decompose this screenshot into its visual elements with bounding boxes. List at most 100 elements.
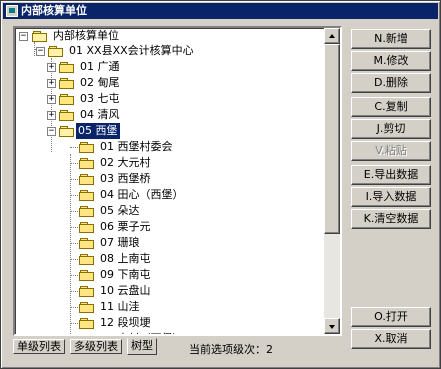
tree-node-l3[interactable]: 06 栗子元 [15,219,315,235]
folder-icon [79,238,95,249]
expand-icon[interactable]: + [47,111,56,120]
tree-node-label: 04 田心（西堡） [100,188,184,201]
tree-node-label: 01 XX县XX会计核算中心 [69,44,194,57]
folder-icon [59,62,75,73]
tree-node-label: 06 栗子元 [100,220,151,233]
tree-node-label: 02 甸尾 [80,76,120,89]
folder-icon [59,110,75,121]
scroll-down-button[interactable] [324,318,340,334]
expand-icon[interactable]: + [47,95,56,104]
tree-node-l3[interactable]: 09 下南屯 [15,267,315,283]
tree-node-label: 13 中村（西堡） [98,331,186,334]
tab-tree[interactable]: 树型 [127,338,157,355]
scroll-thumb[interactable] [324,44,340,234]
tree-line [70,275,78,276]
tree-node-l2[interactable]: + 03 七屯 [15,91,315,107]
tree-node-label: 09 下南屯 [100,268,151,281]
tree-node-l3[interactable]: 08 上南屯 [15,251,315,267]
tree-line [70,179,78,180]
tree-node-label: 03 七屯 [80,92,120,105]
tree-line [70,323,78,324]
tree-node-root[interactable]: − 内部核算单位 [15,28,315,44]
tree-line [70,147,78,148]
tree-line [70,243,78,244]
copy-button[interactable]: C.复制 [351,97,431,117]
tree-node-l3[interactable]: 11 山洼 [15,299,315,315]
delete-button[interactable]: D.删除 [351,73,431,93]
tree-node-label: 01 广通 [80,60,120,73]
tree-node-l2-selected[interactable]: − 05 西堡 [15,123,315,139]
tree-node-label: 07 珊琅 [100,236,140,249]
tree-node-l3[interactable]: 05 朵达 [15,203,315,219]
open-button[interactable]: O.打开 [351,307,431,327]
collapse-icon[interactable]: − [36,47,45,56]
tree-line [70,291,78,292]
scroll-up-button[interactable] [324,28,340,44]
tree-node-label: 04 清风 [80,108,120,121]
tree-node-label: 08 上南屯 [100,252,151,265]
folder-icon [79,318,95,329]
title-bar[interactable]: 内部核算单位 [3,3,438,19]
tree-node-label: 05 朵达 [100,204,140,217]
tree-node-l3[interactable]: 04 田心（西堡） [15,187,315,203]
tree-node-label: 03 西堡桥 [100,172,151,185]
collapse-icon[interactable]: − [19,32,28,41]
folder-icon [79,302,95,313]
tree-node-l3[interactable]: 02 大元村 [15,155,315,171]
new-button[interactable]: N.新增 [351,29,431,49]
vertical-scrollbar[interactable] [324,28,340,334]
folder-icon [79,206,95,217]
tree-node-label: 05 西堡 [76,123,120,139]
tree-node-l3[interactable]: 13 中村（西堡） [15,331,315,334]
tree-node-label: 内部核算单位 [53,29,119,42]
folder-icon [79,222,95,233]
tree-node-label: 10 云盘山 [100,284,151,297]
folder-open-icon [32,31,48,42]
tree-node-l3[interactable]: 01 西堡村委会 [15,139,315,155]
folder-icon [79,286,95,297]
tree-line [70,259,78,260]
tree-content: − 内部核算单位 − 01 XX县XX会计核算中心 + 01 广通 + 02 甸… [15,28,328,334]
tree-node-l2[interactable]: + 04 清风 [15,107,315,123]
folder-icon [79,190,95,201]
tree-node-l3[interactable]: 12 段坝埂 [15,315,315,331]
expand-icon[interactable]: + [47,63,56,72]
tab-multi-list[interactable]: 多级列表 [70,339,122,354]
tree-node-l2[interactable]: + 02 甸尾 [15,75,315,91]
tree-node-label: 11 山洼 [100,300,140,313]
tree-line [70,163,78,164]
status-level-text: 当前选项级次：2 [189,343,273,356]
tree-line [70,211,78,212]
tree-node-label: 12 段坝埂 [100,316,151,329]
folder-icon [59,94,75,105]
cancel-button[interactable]: X.取消 [351,329,431,349]
folder-icon [79,254,95,265]
tree-node-l3[interactable]: 10 云盘山 [15,283,315,299]
tree-node-label: 01 西堡村委会 [100,140,173,153]
tree-view[interactable]: − 内部核算单位 − 01 XX县XX会计核算中心 + 01 广通 + 02 甸… [13,26,342,336]
tab-single-list[interactable]: 单级列表 [13,339,65,354]
folder-icon [79,174,95,185]
tree-node-l3[interactable]: 03 西堡桥 [15,171,315,187]
folder-open-icon [48,46,64,57]
export-button[interactable]: E.导出数据 [351,165,431,185]
tree-node-l1[interactable]: − 01 XX县XX会计核算中心 [15,43,315,59]
tree-node-label: 02 大元村 [100,156,151,169]
import-button[interactable]: I.导入数据 [351,187,431,207]
window-title: 内部核算单位 [21,4,87,17]
edit-button[interactable]: M.修改 [351,51,431,71]
paste-button[interactable]: V.粘贴 [351,141,431,161]
folder-icon [79,270,95,281]
tree-node-l3[interactable]: 07 珊琅 [15,235,315,251]
app-icon [6,5,18,17]
cut-button[interactable]: J.剪切 [351,119,431,139]
folder-open-icon [59,126,75,137]
expand-icon[interactable]: + [47,79,56,88]
folder-icon [79,142,95,153]
tree-line [70,195,78,196]
folder-icon [59,78,75,89]
clear-data-button[interactable]: K.清空数据 [351,209,431,229]
dialog-window: 内部核算单位 − 内部核算单位 − 01 XX县XX会计核算中心 + 01 广通… [0,0,441,369]
collapse-icon[interactable]: − [47,127,56,136]
tree-node-l2[interactable]: + 01 广通 [15,59,315,75]
